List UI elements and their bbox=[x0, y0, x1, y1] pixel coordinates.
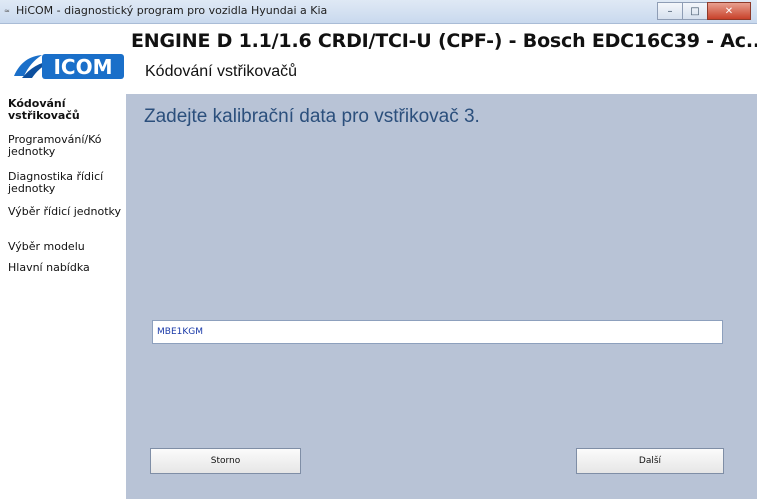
sidebar-item-main-menu[interactable]: Hlavní nabídka bbox=[8, 262, 122, 274]
window-controls: – □ ✕ bbox=[657, 2, 751, 20]
sidebar-item-diagnostics[interactable]: Diagnostika řídicí jednotky bbox=[8, 171, 122, 195]
icom-logo: ICOM bbox=[14, 54, 124, 79]
minimize-icon[interactable]: – bbox=[657, 2, 683, 20]
logo-text: ICOM bbox=[53, 55, 112, 79]
cancel-button[interactable]: Storno bbox=[150, 448, 301, 474]
close-icon[interactable]: ✕ bbox=[707, 2, 751, 20]
calibration-prompt: Zadejte kalibrační data pro vstřikovač 3… bbox=[144, 106, 480, 127]
page-header: ICOM ENGINE D 1.1/1.6 CRDI/TCI-U (CPF-) … bbox=[0, 24, 757, 94]
window-title: HiCOM - diagnostický program pro vozidla… bbox=[16, 4, 328, 17]
maximize-icon[interactable]: □ bbox=[682, 2, 708, 20]
sidebar-item-injector-coding[interactable]: Kódování vstřikovačů bbox=[8, 98, 122, 122]
page-subtitle: Kódování vstřikovačů bbox=[145, 63, 298, 80]
next-button[interactable]: Další bbox=[576, 448, 724, 474]
sidebar-item-model-selection[interactable]: Výběr modelu bbox=[8, 241, 122, 253]
sidebar-item-programming[interactable]: Programování/Kó jednotky bbox=[8, 134, 122, 158]
calibration-data-input[interactable] bbox=[152, 320, 723, 344]
sidebar-item-ecu-selection[interactable]: Výběr řídicí jednotky bbox=[8, 206, 122, 218]
app-icon: ≈ bbox=[4, 7, 10, 15]
main-panel: Zadejte kalibrační data pro vstřikovač 3… bbox=[126, 94, 757, 499]
window-titlebar: ≈ HiCOM - diagnostický program pro vozid… bbox=[0, 0, 757, 24]
page-title: ENGINE D 1.1/1.6 CRDI/TCI-U (CPF-) - Bos… bbox=[131, 30, 757, 52]
sidebar: Kódování vstřikovačů Programování/Kó jed… bbox=[0, 94, 126, 499]
